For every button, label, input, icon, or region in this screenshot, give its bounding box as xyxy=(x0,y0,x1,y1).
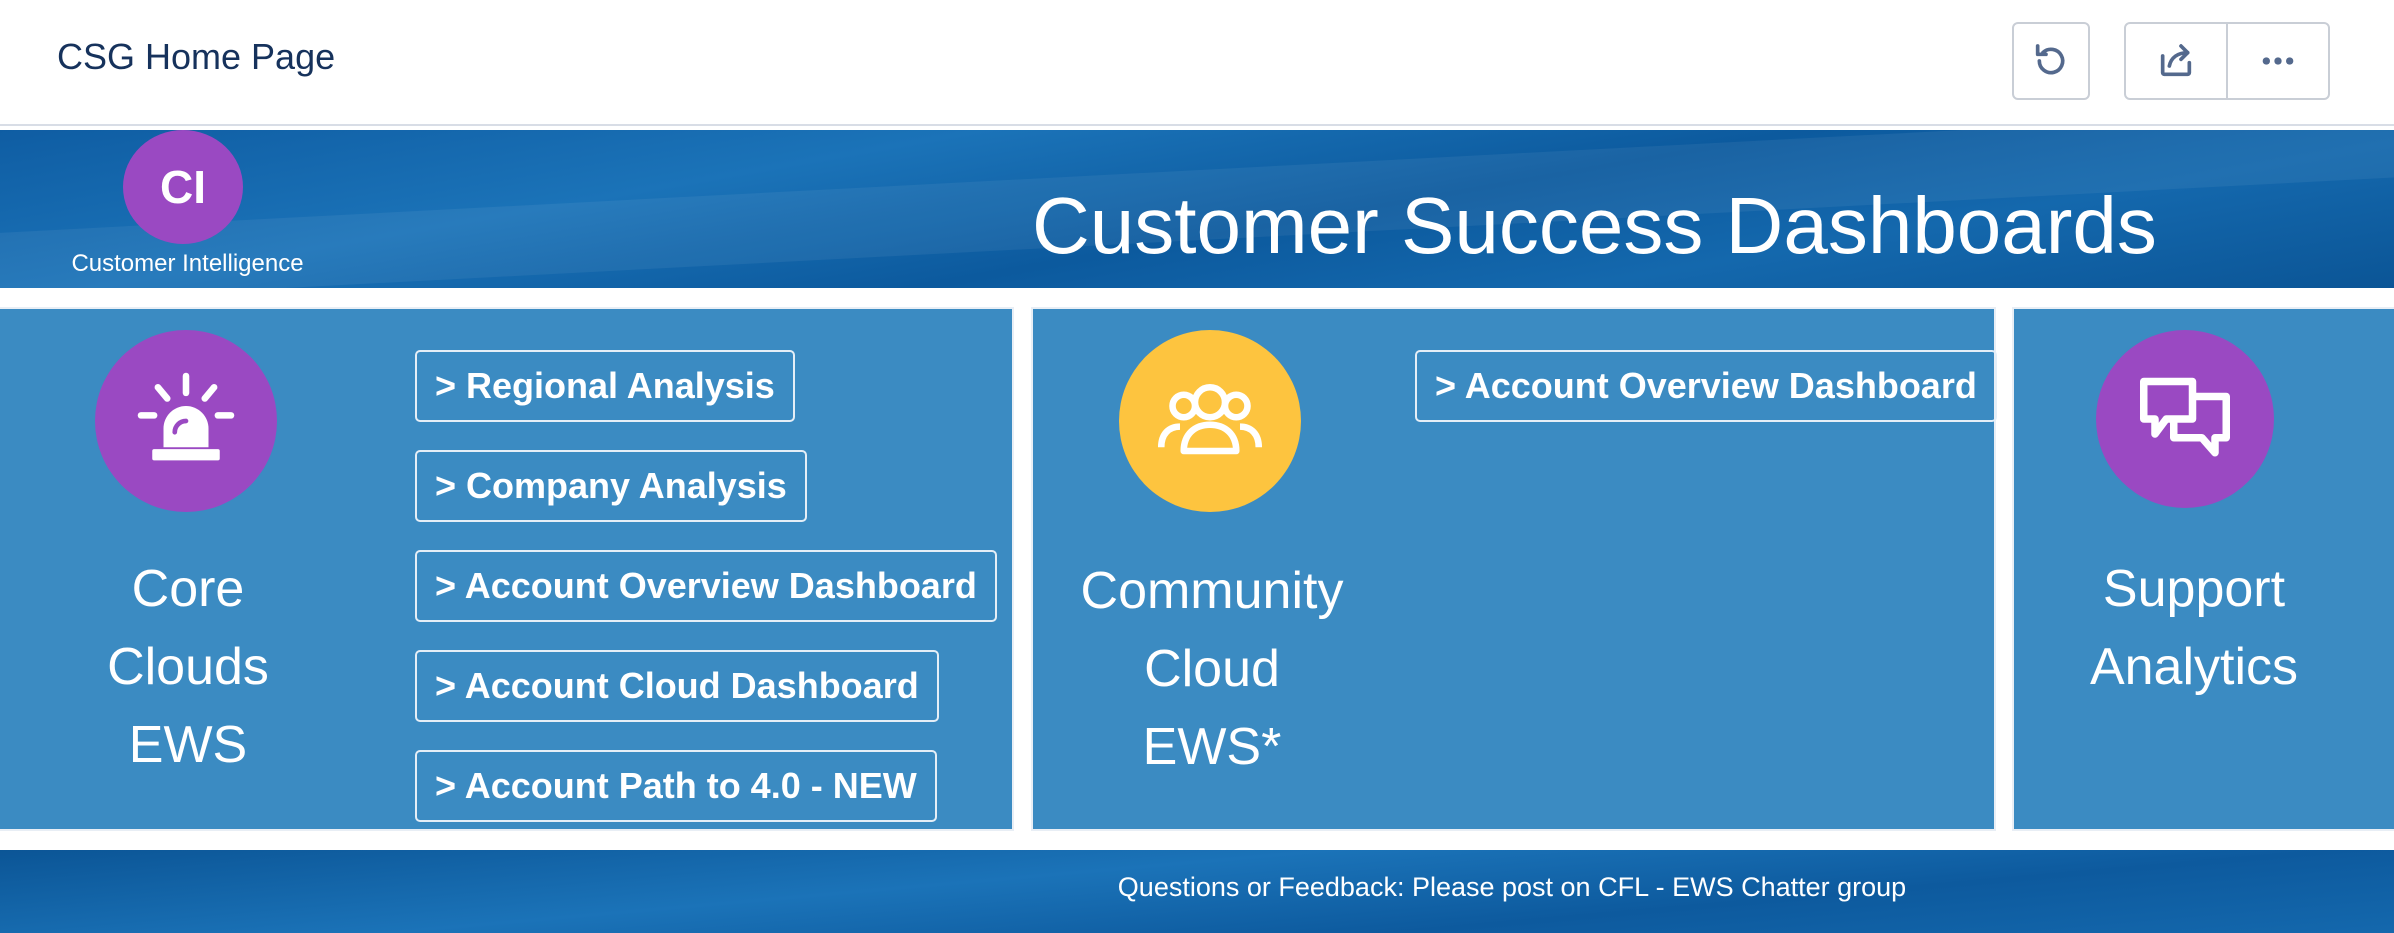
page-header: CSG Home Page xyxy=(0,0,2394,126)
community-account-overview-link[interactable]: > Account Overview Dashboard xyxy=(1415,350,1997,422)
more-actions-icon xyxy=(2262,57,2294,65)
account-overview-dashboard-link[interactable]: > Account Overview Dashboard xyxy=(415,550,997,622)
regional-analysis-link[interactable]: > Regional Analysis xyxy=(415,350,795,422)
core-clouds-label: Core Clouds EWS xyxy=(48,550,328,784)
core-clouds-panel: Core Clouds EWS > Regional Analysis > Co… xyxy=(0,307,1014,831)
label-line: Support xyxy=(2102,560,2286,618)
customer-intelligence-logo: CI xyxy=(123,130,243,244)
label-line: Clouds xyxy=(107,638,269,696)
label-line: EWS xyxy=(128,716,248,774)
dashboard-banner: CI Customer Intelligence Customer Succes… xyxy=(0,130,2394,288)
refresh-button[interactable] xyxy=(2012,22,2090,100)
banner-title: Customer Success Dashboards xyxy=(1032,181,2157,270)
siren-alert-icon xyxy=(95,330,277,512)
community-cloud-label: Community Cloud EWS* xyxy=(1053,552,1371,786)
label-line: EWS* xyxy=(1142,718,1282,776)
community-cloud-panel: Community Cloud EWS* > Account Overview … xyxy=(1031,307,1997,831)
more-actions-button[interactable] xyxy=(2226,22,2330,100)
share-button[interactable] xyxy=(2124,22,2228,100)
group-icon xyxy=(1119,330,1301,512)
account-path-link[interactable]: > Account Path to 4.0 - NEW xyxy=(415,750,937,822)
label-line: Core xyxy=(131,560,245,618)
logo-caption: Customer Intelligence xyxy=(71,250,304,277)
share-icon xyxy=(2160,44,2192,77)
chat-bubbles-icon xyxy=(2096,330,2274,508)
page-title: CSG Home Page xyxy=(57,36,336,77)
feedback-footer: Questions or Feedback: Please post on CF… xyxy=(0,850,2394,933)
feedback-text: Questions or Feedback: Please post on CF… xyxy=(1117,872,1907,902)
label-line: Cloud xyxy=(1144,640,1280,698)
label-line: Community xyxy=(1080,562,1344,620)
support-analytics-label: Support Analytics xyxy=(2014,550,2374,706)
support-analytics-panel: Support Analytics xyxy=(2012,307,2394,831)
account-cloud-dashboard-link[interactable]: > Account Cloud Dashboard xyxy=(415,650,939,722)
label-line: Analytics xyxy=(2089,638,2299,696)
company-analysis-link[interactable]: > Company Analysis xyxy=(415,450,807,522)
refresh-icon xyxy=(2035,44,2065,75)
